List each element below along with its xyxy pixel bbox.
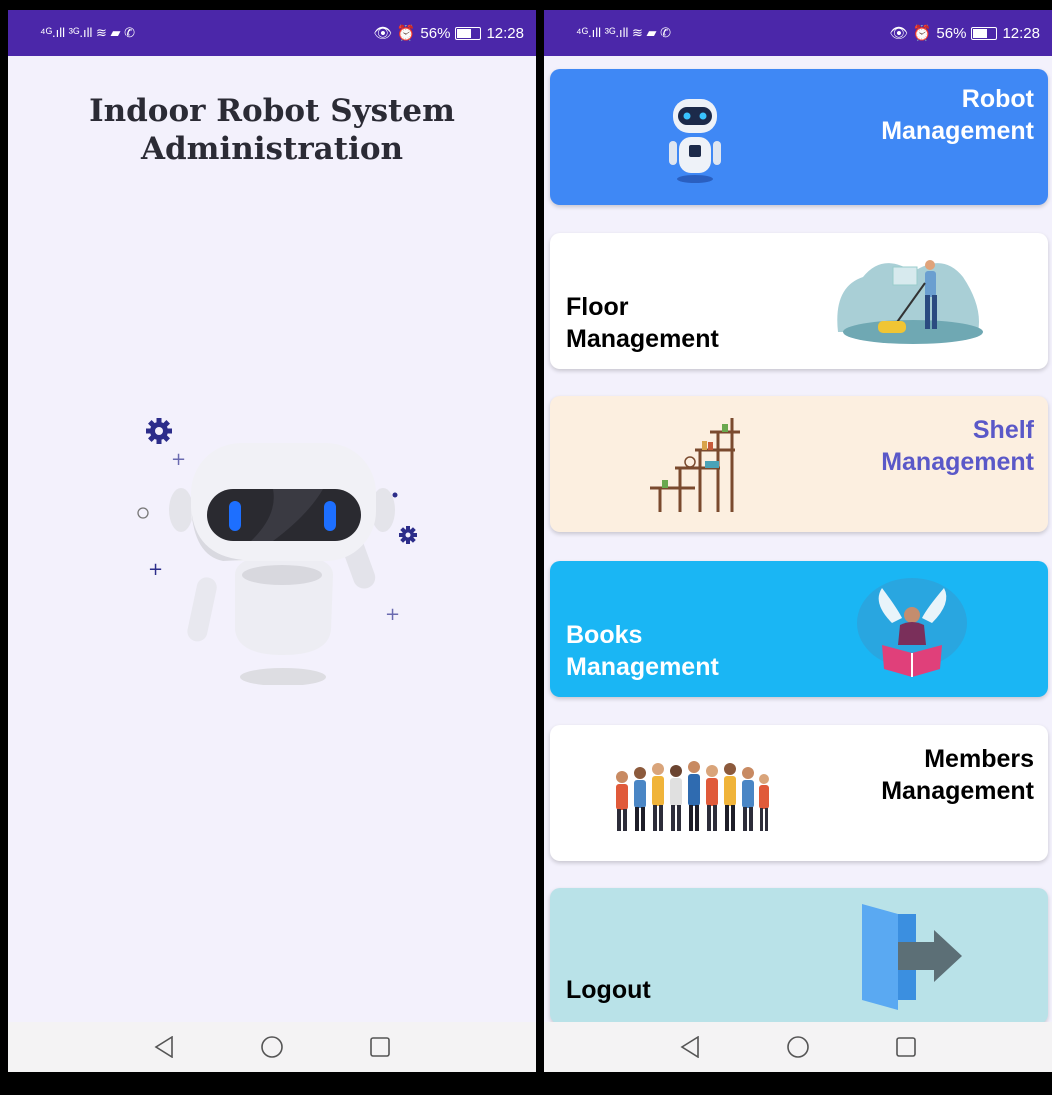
robot-management-label: Robot Management xyxy=(881,85,1034,145)
svg-text:+: + xyxy=(385,604,400,625)
page-title: Indoor Robot System Administration xyxy=(8,92,536,168)
floor-cleaning-icon xyxy=(837,260,983,344)
gear-icon xyxy=(146,418,172,444)
title-line-2: Administration xyxy=(140,131,404,167)
shelf-icon xyxy=(650,418,740,512)
status-alarm-icons: 👁 ⏰ xyxy=(373,25,416,42)
menu-screen: ⁴ᴳ.ıll ³ᴳ.ıll ≋ ▰ ✆ 👁 ⏰ 56% 12:28 Robot … xyxy=(544,10,1052,1072)
robot-icon xyxy=(669,99,721,183)
books-management-card[interactable]: Books Management xyxy=(550,561,1048,697)
nav-recents-button[interactable] xyxy=(891,1032,921,1062)
status-time: 12:28 xyxy=(486,24,524,42)
shelf-management-card[interactable]: Shelf Management xyxy=(550,396,1048,532)
robot-illustration: + + + xyxy=(137,418,417,685)
book-reader-icon xyxy=(857,578,967,677)
members-management-card[interactable]: Members Management xyxy=(550,725,1048,861)
books-management-label: Books Management xyxy=(566,621,719,681)
splash-screen: ⁴ᴳ.ıll ³ᴳ.ıll ≋ ▰ ✆ 👁 ⏰ 56% 12:28 Indoor… xyxy=(8,10,536,1072)
battery-percent: 56% xyxy=(420,24,451,42)
battery-icon xyxy=(971,26,998,40)
svg-text:+: + xyxy=(148,559,163,580)
robot-management-card[interactable]: Robot Management xyxy=(550,69,1048,205)
members-management-label: Members Management xyxy=(881,745,1034,805)
status-time: 12:28 xyxy=(1002,24,1040,42)
logout-label: Logout xyxy=(566,976,651,1004)
status-signal-icons: ⁴ᴳ.ıll ³ᴳ.ıll ≋ ▰ ✆ xyxy=(576,25,672,40)
svg-text:+: + xyxy=(171,449,186,470)
floor-management-label: Floor Management xyxy=(566,293,719,353)
status-bar: ⁴ᴳ.ıll ³ᴳ.ıll ≋ ▰ ✆ 👁 ⏰ 56% 12:28 xyxy=(8,10,536,56)
status-alarm-icons: 👁 ⏰ xyxy=(889,25,932,42)
nav-recents-button[interactable] xyxy=(365,1032,395,1062)
battery-percent: 56% xyxy=(936,24,967,42)
shelf-management-label: Shelf Management xyxy=(881,416,1034,476)
title-line-1: Indoor Robot System xyxy=(89,93,455,129)
gear-icon xyxy=(399,526,417,544)
system-nav-bar xyxy=(8,1022,536,1072)
status-signal-icons: ⁴ᴳ.ıll ³ᴳ.ıll ≋ ▰ ✆ xyxy=(40,25,136,40)
nav-back-button[interactable] xyxy=(675,1032,705,1062)
status-bar: ⁴ᴳ.ıll ³ᴳ.ıll ≋ ▰ ✆ 👁 ⏰ 56% 12:28 xyxy=(544,10,1052,56)
nav-home-button[interactable] xyxy=(783,1032,813,1062)
battery-icon xyxy=(455,26,482,40)
logout-door-icon xyxy=(862,904,962,1010)
nav-back-button[interactable] xyxy=(149,1032,179,1062)
system-nav-bar xyxy=(544,1022,1052,1072)
nav-home-button[interactable] xyxy=(257,1032,287,1062)
logout-card[interactable]: Logout xyxy=(550,888,1048,1024)
floor-management-card[interactable]: Floor Management xyxy=(550,233,1048,369)
members-group-icon xyxy=(616,761,769,831)
